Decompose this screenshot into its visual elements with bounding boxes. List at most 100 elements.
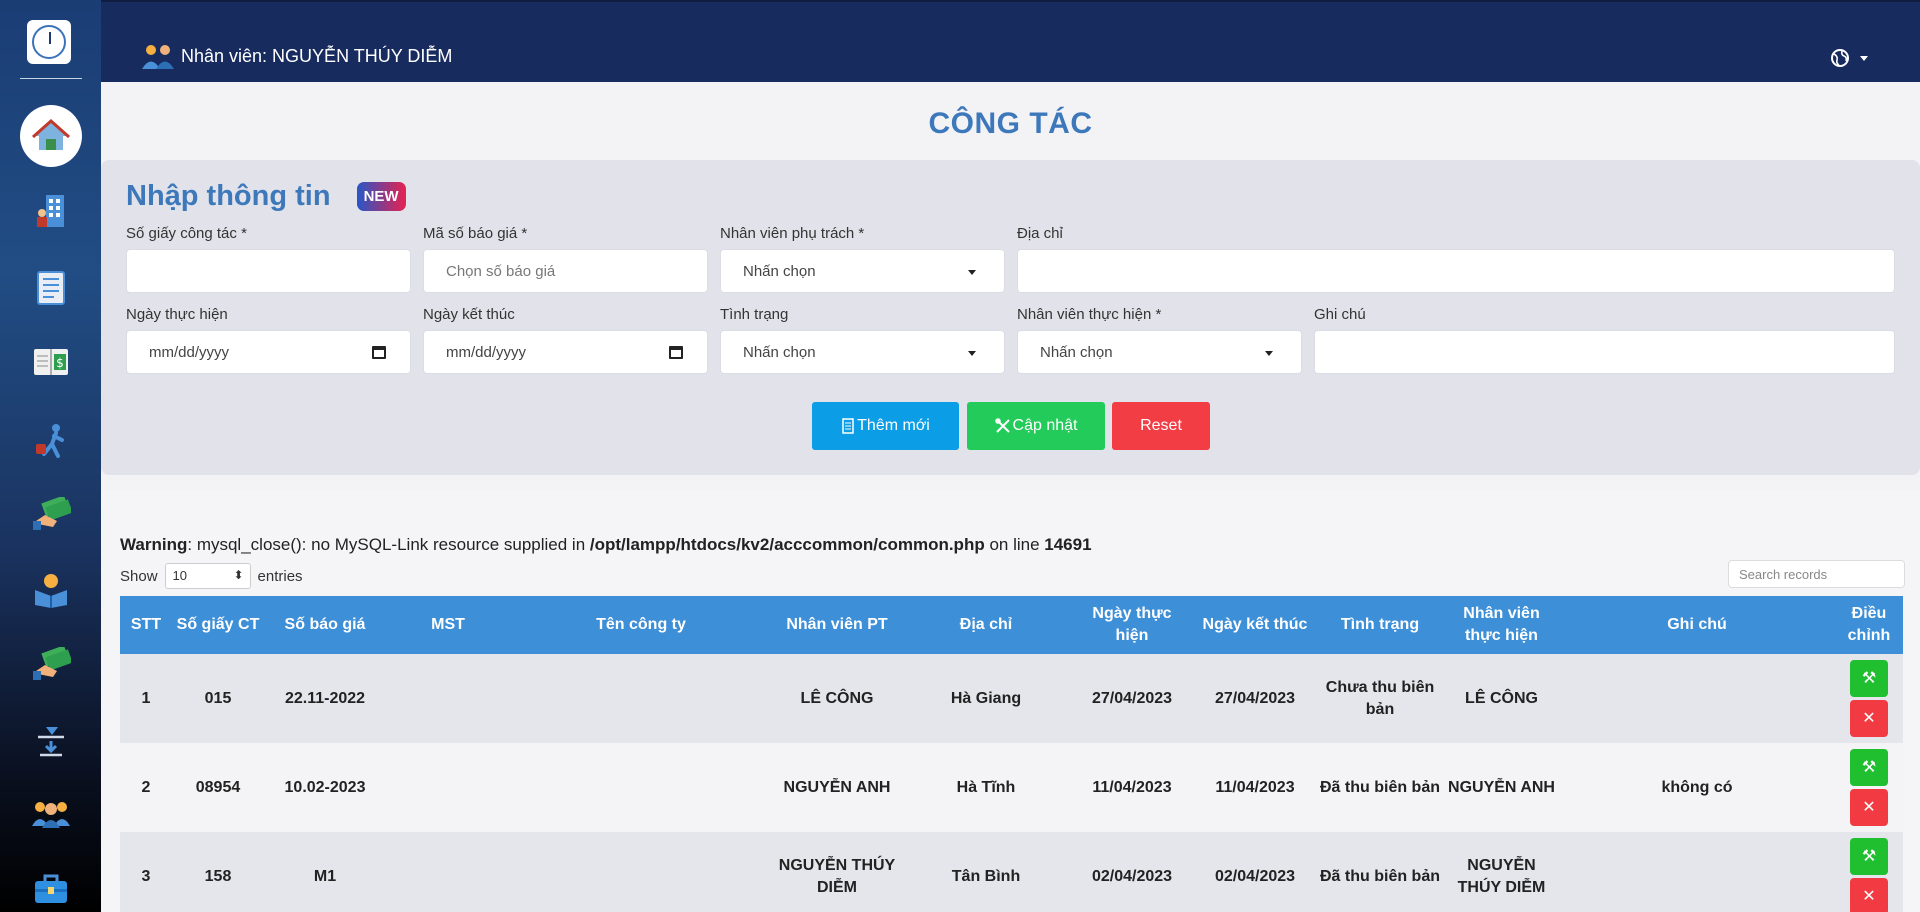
so-giay-input[interactable] xyxy=(126,249,411,293)
delete-icon[interactable]: ✕ xyxy=(1850,878,1888,912)
team-icon[interactable] xyxy=(29,792,73,836)
delete-icon[interactable]: ✕ xyxy=(1850,789,1888,826)
update-button[interactable]: Cập nhật xyxy=(967,402,1105,450)
cell-mst xyxy=(386,832,510,912)
cell-nv-th: NGUYỄN THÚY DIỄM xyxy=(1457,856,1546,896)
cell-ngay-kt: 02/04/2023 xyxy=(1214,867,1296,885)
delete-icon[interactable]: ✕ xyxy=(1850,700,1888,737)
nv-phu-trach-label: Nhân viên phụ trách * xyxy=(720,225,865,242)
cell-ngay-th: 27/04/2023 xyxy=(1091,689,1173,707)
page-title: CÔNG TÁC xyxy=(928,107,1093,140)
reset-button[interactable]: Reset xyxy=(1112,402,1210,450)
ghi-chu-input[interactable] xyxy=(1314,330,1895,374)
form-header: Nhập thông tin NEW xyxy=(126,180,406,213)
col-so-giay[interactable]: Số giấy CT xyxy=(172,596,264,654)
col-ten-cong-ty[interactable]: Tên công ty xyxy=(510,596,772,654)
nv-thuc-hien-label: Nhân viên thực hiện * xyxy=(1017,306,1162,323)
page-size-select[interactable]: 10 xyxy=(164,563,251,589)
edit-icon[interactable]: ⚒ xyxy=(1850,749,1888,786)
ma-so-bao-gia-input[interactable]: Chọn số báo giá xyxy=(423,249,708,293)
cell-dia-chi: Tân Bình xyxy=(951,867,1021,885)
cell-dia-chi: Hà Tĩnh xyxy=(956,778,1016,796)
nv-thuc-hien-select[interactable]: Nhấn chọn xyxy=(1017,330,1302,374)
new-badge: NEW xyxy=(356,182,406,211)
ma-so-bao-gia-label: Mã số báo giá * xyxy=(423,225,528,242)
sign-icon[interactable] xyxy=(29,718,73,762)
cell-ngay-th: 11/04/2023 xyxy=(1092,778,1172,796)
tinh-trang-select[interactable]: Nhấn chọn xyxy=(720,330,1005,374)
cell-actions: ⚒ ✕ xyxy=(1835,654,1903,743)
cell-so-giay: 015 xyxy=(204,689,232,707)
add-button[interactable]: Thêm mới xyxy=(812,402,959,450)
cell-dia-chi: Hà Giang xyxy=(950,689,1022,707)
table-row: 2 08954 10.02-2023 NGUYỄN ANH Hà Tĩnh 11… xyxy=(120,743,1903,832)
cell-ghi-chu: không có xyxy=(1661,778,1733,796)
cell-mst xyxy=(386,654,510,743)
cell-ngay-th: 02/04/2023 xyxy=(1091,867,1173,885)
ledger-money-icon[interactable]: $ xyxy=(29,340,73,384)
document-list-icon[interactable] xyxy=(29,266,73,310)
ngay-thuc-hien-input[interactable]: mm/dd/yyyy xyxy=(126,330,411,374)
warning-mid: on line xyxy=(984,535,1045,554)
toolbox-icon[interactable] xyxy=(29,866,73,910)
cell-so-bao-gia: M1 xyxy=(313,867,337,885)
home-icon[interactable] xyxy=(20,105,82,167)
col-tinh-trang[interactable]: Tình trạng xyxy=(1316,596,1444,654)
calendar-icon[interactable] xyxy=(372,346,386,359)
money-hand-icon[interactable] xyxy=(29,492,73,536)
col-so-bao-gia[interactable]: Số báo giá xyxy=(264,596,386,654)
col-nv-th[interactable]: Nhân viên thực hiện xyxy=(1444,596,1559,654)
col-stt[interactable]: STT xyxy=(120,596,172,654)
col-ngay-th[interactable]: Ngày thực hiện xyxy=(1070,596,1194,654)
cell-actions: ⚒ ✕ xyxy=(1835,743,1903,832)
cell-ten-cong-ty xyxy=(510,743,772,832)
col-mst[interactable]: MST xyxy=(386,596,510,654)
table-row: 3 158 M1 NGUYỄN THÚY DIỄM Tân Bình 02/04… xyxy=(120,832,1903,912)
nv-phu-trach-field: Nhân viên phụ trách * Nhấn chọn xyxy=(720,225,1005,293)
reset-button-label: Reset xyxy=(1140,417,1182,434)
building-icon[interactable] xyxy=(29,189,73,233)
dia-chi-field: Địa chỉ xyxy=(1017,225,1895,293)
ma-so-bao-gia-field: Mã số báo giá * Chọn số báo giá xyxy=(423,225,708,293)
edit-icon[interactable]: ⚒ xyxy=(1850,660,1888,697)
cell-stt: 1 xyxy=(141,689,151,707)
sidebar: $ xyxy=(0,0,101,912)
entries-label: entries xyxy=(257,567,303,585)
tools-icon xyxy=(994,418,1010,433)
calendar-icon[interactable] xyxy=(669,346,683,359)
search-input[interactable]: Search records xyxy=(1728,560,1905,588)
so-giay-field: Số giấy công tác * xyxy=(126,225,411,293)
form-heading: Nhập thông tin xyxy=(126,180,331,212)
document-icon xyxy=(842,418,854,434)
cell-mst xyxy=(386,743,510,832)
records-table: STT Số giấy CT Số báo giá MST Tên công t… xyxy=(120,596,1903,912)
topbar: Nhân viên: NGUYỄN THÚY DIỄM xyxy=(101,0,1920,82)
col-ngay-kt[interactable]: Ngày kết thúc xyxy=(1194,596,1316,654)
travel-icon[interactable] xyxy=(29,418,73,462)
dropdown-arrow-icon xyxy=(968,351,976,356)
ghi-chu-field: Ghi chú xyxy=(1314,306,1895,374)
main-content: CÔNG TÁC Nhập thông tin NEW Số giấy công… xyxy=(101,82,1920,912)
ngay-ket-thuc-input[interactable]: mm/dd/yyyy xyxy=(423,330,708,374)
col-dia-chi[interactable]: Địa chỉ xyxy=(902,596,1070,654)
tinh-trang-value: Nhấn chọn xyxy=(743,343,816,361)
language-menu[interactable] xyxy=(1830,48,1868,68)
cell-so-giay: 08954 xyxy=(195,778,241,796)
user-label: Nhân viên: NGUYỄN THÚY DIỄM xyxy=(181,45,453,66)
money-hand-2-icon[interactable] xyxy=(29,642,73,686)
edit-icon[interactable]: ⚒ xyxy=(1850,838,1888,875)
tinh-trang-label: Tình trạng xyxy=(720,306,789,323)
current-user: Nhân viên: NGUYỄN THÚY DIỄM xyxy=(141,42,452,70)
cell-nv-pt: NGUYỄN THÚY DIỄM xyxy=(778,856,896,896)
col-ghi-chu[interactable]: Ghi chú xyxy=(1559,596,1835,654)
show-label: Show xyxy=(120,567,158,585)
globe-icon xyxy=(1831,49,1849,67)
dia-chi-input[interactable] xyxy=(1017,249,1895,293)
cell-ngay-kt: 11/04/2023 xyxy=(1215,778,1295,796)
col-nv-pt[interactable]: Nhân viên PT xyxy=(772,596,902,654)
dropdown-arrow-icon xyxy=(968,270,976,275)
clock-logo-icon[interactable] xyxy=(27,20,71,64)
reader-icon[interactable] xyxy=(29,568,73,612)
nv-phu-trach-select[interactable]: Nhấn chọn xyxy=(720,249,1005,293)
records-section: Warning: mysql_close(): no MySQL-Link re… xyxy=(101,490,1920,912)
